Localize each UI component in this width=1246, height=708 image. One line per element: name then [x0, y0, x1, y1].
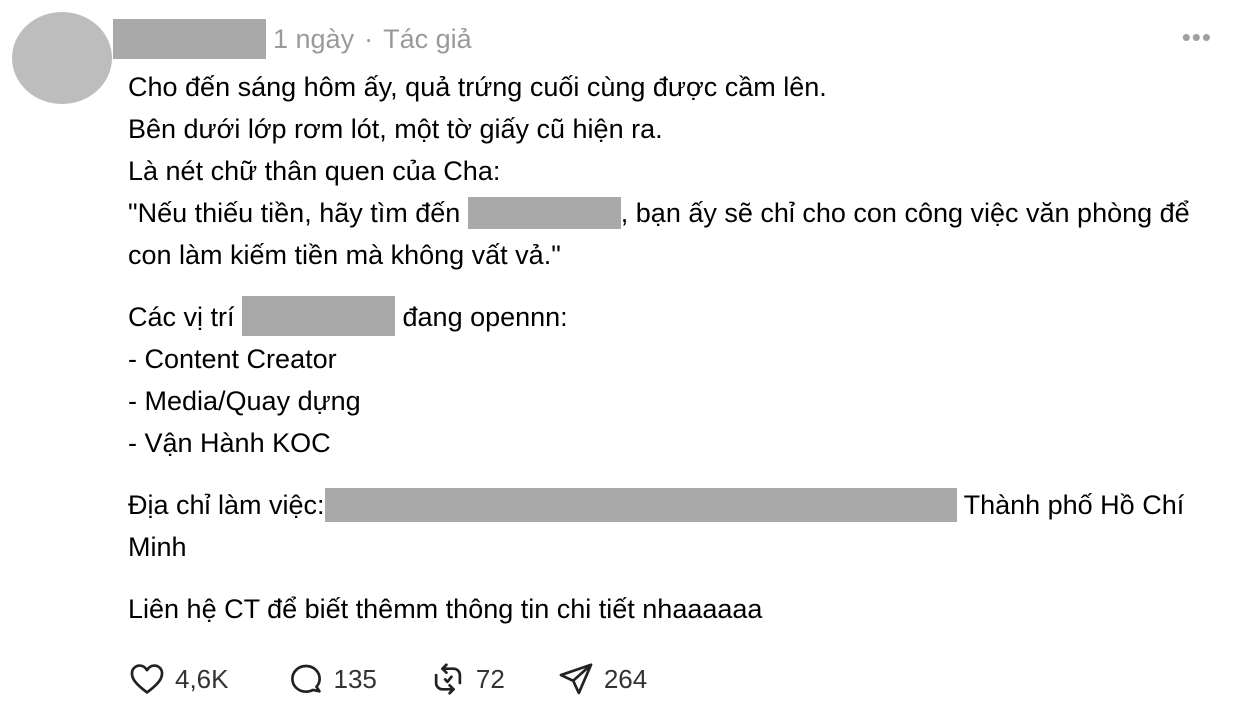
name-redacted [467, 196, 621, 229]
address-paragraph: Địa chỉ làm việc: Thành phố Hồ Chí Minh [128, 484, 1198, 568]
text-line: Cho đến sáng hôm ấy, quả trứng cuối cùng… [128, 72, 827, 102]
share-button[interactable]: 264 [557, 660, 647, 698]
text-line: Là nét chữ thân quen của Cha: [128, 156, 501, 186]
like-count: 4,6K [175, 663, 229, 694]
repost-arrows-icon [434, 663, 462, 695]
username-redacted[interactable] [113, 19, 266, 59]
heart-icon [130, 664, 164, 694]
quote-paragraph: "Nếu thiếu tiền, hãy tìm đến , bạn ấy sẽ… [128, 192, 1198, 276]
contact-line: Liên hệ CT để biết thêmm thông tin chi t… [128, 594, 763, 624]
repost-button[interactable]: 72 [429, 660, 505, 698]
position-item: - Vận Hành KOC [128, 428, 331, 458]
post-header: 1 ngày · Tác giả [113, 18, 472, 60]
avatar[interactable] [12, 12, 112, 104]
position-item: - Content Creator [128, 344, 337, 374]
meta-separator: · [364, 23, 374, 54]
repost-count: 72 [475, 663, 505, 694]
position-item: - Media/Quay dựng [128, 386, 361, 416]
text-fragment: "Nếu thiếu tiền, hãy tìm đến [128, 198, 468, 228]
reply-button[interactable]: 135 [287, 660, 377, 698]
action-bar: 4,6K 135 72 264 [128, 656, 647, 702]
post-meta: 1 ngày · Tác giả [273, 24, 472, 55]
company-redacted [242, 295, 396, 336]
text-fragment: Các vị trí [128, 302, 243, 332]
send-paper-plane-icon [559, 663, 593, 695]
address-redacted [324, 487, 957, 522]
text-fragment: đang opennn: [395, 302, 568, 332]
post-time[interactable]: 1 ngày [273, 24, 354, 54]
comment-bubble-icon [290, 664, 321, 694]
text-line: Bên dưới lớp rơm lót, một tờ giấy cũ hiệ… [128, 114, 663, 144]
text-fragment: Địa chỉ làm việc: [128, 490, 325, 520]
share-count: 264 [603, 663, 648, 694]
author-badge: Tác giả [383, 23, 472, 54]
post-body: Cho đến sáng hôm ấy, quả trứng cuối cùng… [128, 66, 1198, 630]
reply-count: 135 [333, 663, 377, 694]
like-button[interactable]: 4,6K [128, 660, 229, 698]
positions-heading: Các vị trí đang opennn: [128, 295, 1198, 338]
more-options-icon[interactable]: ••• [1182, 22, 1212, 53]
